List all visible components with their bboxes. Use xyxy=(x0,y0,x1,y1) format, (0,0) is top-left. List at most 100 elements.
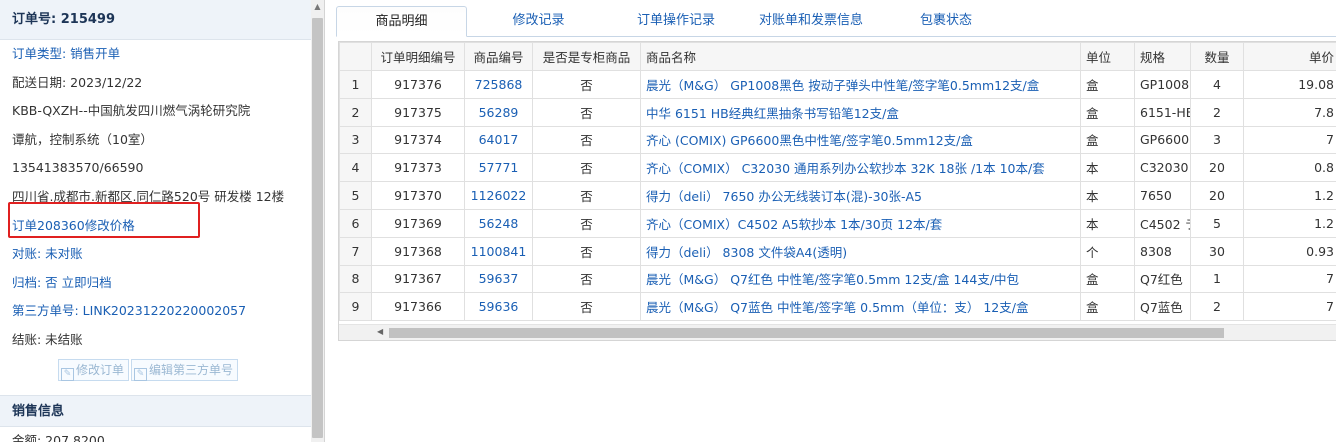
row-index: 2 xyxy=(339,97,372,127)
product-id-link[interactable]: 1100841 xyxy=(464,236,533,266)
product-id-link[interactable]: 725868 xyxy=(464,70,533,99)
quantity: 20 xyxy=(1190,153,1244,183)
product-name-link[interactable]: 晨光（M&G） Q7红色 中性笔/签字笔0.5mm 12支/盒 144支/中包 xyxy=(640,264,1081,294)
spec: C4502 ラ xyxy=(1134,208,1191,238)
unit-price: 0.93 xyxy=(1243,236,1336,266)
order-action-buttons: ✎ 修改订单 ✎ 编辑第三方单号 xyxy=(0,355,324,389)
unit-price: 19.08 xyxy=(1243,70,1336,99)
third-party-number[interactable]: 第三方单号: LINK20231220220002057 xyxy=(0,297,308,326)
detail-id: 917367 xyxy=(371,264,465,294)
product-name-link[interactable]: 齐心 (COMIX) GP6600黑色中性笔/签字笔0.5mm12支/盒 xyxy=(640,125,1081,155)
product-detail-grid: 订单明细编号 商品编号 是否是专柜商品 商品名称 单位 规格 数量 单价 1 91… xyxy=(338,41,1336,341)
contact-phone: 13541383570/66590 xyxy=(12,160,144,176)
delivery-address: 四川省.成都市.新都区.同仁路520号 研发楼 12楼 xyxy=(12,188,285,204)
quantity: 20 xyxy=(1190,181,1244,210)
customer-name: KBB-QXZH--中国航发四川燃气涡轮研究院 xyxy=(12,103,251,119)
product-id-link[interactable]: 56289 xyxy=(464,97,533,127)
row-index: 6 xyxy=(339,208,372,238)
table-row[interactable]: 5 917370 1126022 否得力（deli） 7650 办公无线装订本(混)-… xyxy=(339,181,1336,210)
scroll-up-icon[interactable]: ▲ xyxy=(311,0,324,13)
scroll-left-icon[interactable]: ◀ xyxy=(377,327,383,336)
tab-statement-invoice[interactable]: 对账单和发票信息 xyxy=(746,6,876,37)
spec: Q7蓝色 xyxy=(1134,292,1191,322)
order-price-change-link[interactable]: 订单208360修改价格 xyxy=(0,212,308,241)
unit-price: 7 xyxy=(1243,292,1336,322)
col-header-unit[interactable]: 单位 xyxy=(1080,42,1135,71)
unit-price: 1.2 xyxy=(1243,181,1336,210)
unit: 盒 xyxy=(1080,264,1135,294)
counter-product-flag: 否 xyxy=(532,292,641,322)
col-header-spec[interactable]: 规格 xyxy=(1134,42,1191,71)
quantity: 4 xyxy=(1190,70,1244,99)
col-header-product-id[interactable]: 商品编号 xyxy=(464,42,533,71)
col-header-quantity[interactable]: 数量 xyxy=(1190,42,1244,71)
table-row[interactable]: 1 917376 725868 否晨光（M&G） GP1008黑色 按动子弹头中性笔/… xyxy=(339,70,1336,99)
unit-price: 7 xyxy=(1243,125,1336,155)
row-index: 5 xyxy=(339,181,372,210)
tab-order-operation-log[interactable]: 订单操作记录 xyxy=(606,6,746,37)
col-header-detail-id[interactable]: 订单明细编号 xyxy=(371,42,465,71)
quantity: 2 xyxy=(1190,97,1244,127)
unit: 本 xyxy=(1080,181,1135,210)
table-row[interactable]: 4 917373 57771 否齐心（COMIX） C32030 通用系列办公软抄本 … xyxy=(339,153,1336,183)
quantity: 3 xyxy=(1190,125,1244,155)
unit: 个 xyxy=(1080,236,1135,266)
unit-price: 7.8 xyxy=(1243,97,1336,127)
counter-product-flag: 否 xyxy=(532,208,641,238)
unit-price: 1.2 xyxy=(1243,208,1336,238)
edit-order-label: 修改订单 xyxy=(76,362,125,377)
table-row[interactable]: 2 917375 56289 否中华 6151 HB经典红黑抽条书写铅笔12支/盒盒 6… xyxy=(339,97,1336,127)
counter-product-flag: 否 xyxy=(532,153,641,183)
table-row[interactable]: 3 917374 64017 否齐心 (COMIX) GP6600黑色中性笔/签字笔0… xyxy=(339,125,1336,155)
spec: 7650 xyxy=(1134,181,1191,210)
edit-order-button[interactable]: ✎ 修改订单 xyxy=(58,358,130,381)
edit-icon: ✎ xyxy=(61,367,74,381)
product-name-link[interactable]: 得力（deli） 7650 办公无线装订本(混)-30张-A5 xyxy=(640,181,1081,210)
unit: 盒 xyxy=(1080,97,1135,127)
sales-info-header: 销售信息 xyxy=(0,394,324,427)
table-row[interactable]: 6 917369 56248 否齐心（COMIX）C4502 A5软抄本 1本/30页… xyxy=(339,208,1336,238)
row-index: 8 xyxy=(339,264,372,294)
detail-id: 917373 xyxy=(371,153,465,183)
table-row[interactable]: 9 917366 59636 否晨光（M&G） Q7蓝色 中性笔/签字笔 0.5mm（… xyxy=(339,292,1336,322)
counter-product-flag: 否 xyxy=(532,70,641,99)
product-name-link[interactable]: 得力（deli） 8308 文件袋A4(透明) xyxy=(640,236,1081,266)
product-name-link[interactable]: 中华 6151 HB经典红黑抽条书写铅笔12支/盒 xyxy=(640,97,1081,127)
product-id-link[interactable]: 56248 xyxy=(464,208,533,238)
product-id-link[interactable]: 59636 xyxy=(464,292,533,322)
scrollbar-thumb[interactable] xyxy=(389,328,1224,338)
product-name-link[interactable]: 晨光（M&G） Q7蓝色 中性笔/签字笔 0.5mm（单位：支） 12支/盒 xyxy=(640,292,1081,322)
product-name-link[interactable]: 齐心（COMIX） C32030 通用系列办公软抄本 32K 18张 /1本 1… xyxy=(640,153,1081,183)
table-header-row: 订单明细编号 商品编号 是否是专柜商品 商品名称 单位 规格 数量 单价 xyxy=(339,42,1336,71)
row-index: 9 xyxy=(339,292,372,322)
order-amount: 金额: 207.8200 xyxy=(12,432,105,442)
product-id-link[interactable]: 57771 xyxy=(464,153,533,183)
product-id-link[interactable]: 59637 xyxy=(464,264,533,294)
counter-product-flag: 否 xyxy=(532,97,641,127)
scrollbar-thumb[interactable] xyxy=(312,18,323,438)
tab-package-status[interactable]: 包裹状态 xyxy=(881,6,1011,37)
edit-third-party-button[interactable]: ✎ 编辑第三方单号 xyxy=(131,358,239,381)
col-header-unit-price[interactable]: 单价 xyxy=(1243,42,1336,71)
row-index: 4 xyxy=(339,153,372,183)
tab-change-log[interactable]: 修改记录 xyxy=(476,6,601,37)
table-row[interactable]: 7 917368 1100841 否得力（deli） 8308 文件袋A4(透明) 个 8… xyxy=(339,236,1336,266)
spec: Q7红色 xyxy=(1134,264,1191,294)
product-id-link[interactable]: 64017 xyxy=(464,125,533,155)
col-header-counter-product[interactable]: 是否是专柜商品 xyxy=(532,42,641,71)
col-header-product-name[interactable]: 商品名称 xyxy=(640,42,1081,71)
reconciliation-status[interactable]: 对账: 未对账 xyxy=(0,240,308,269)
detail-id: 917369 xyxy=(371,208,465,238)
delivery-date: 配送日期: 2023/12/22 xyxy=(12,74,143,90)
archive-status[interactable]: 归档: 否 立即归档 xyxy=(0,269,308,298)
product-name-link[interactable]: 晨光（M&G） GP1008黑色 按动子弹头中性笔/签字笔0.5mm12支/盒 xyxy=(640,70,1081,99)
grid-horizontal-scrollbar[interactable]: ◀ xyxy=(339,324,1336,340)
detail-id: 917375 xyxy=(371,97,465,127)
left-panel-scrollbar[interactable]: ▲ xyxy=(311,0,324,442)
product-id-link[interactable]: 1126022 xyxy=(464,181,533,210)
table-row[interactable]: 8 917367 59637 否晨光（M&G） Q7红色 中性笔/签字笔0.5mm 1… xyxy=(339,264,1336,294)
tab-product-details[interactable]: 商品明细 xyxy=(336,6,467,37)
product-name-link[interactable]: 齐心（COMIX）C4502 A5软抄本 1本/30页 12本/套 xyxy=(640,208,1081,238)
settlement-status: 结账: 未结账 xyxy=(12,331,83,347)
detail-id: 917370 xyxy=(371,181,465,210)
